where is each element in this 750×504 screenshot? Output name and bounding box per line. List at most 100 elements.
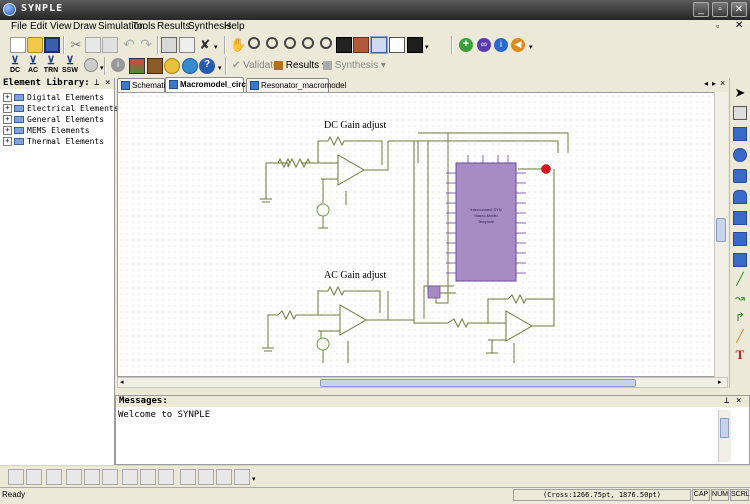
align-left-icon[interactable]: [8, 469, 24, 485]
same-size-icon[interactable]: [158, 469, 174, 485]
chevron-down-icon[interactable]: ▾: [100, 64, 104, 72]
info-icon[interactable]: i: [494, 38, 508, 52]
zoom-window-icon[interactable]: [302, 37, 314, 49]
new-file-icon[interactable]: [10, 37, 26, 53]
mdi-restore-button[interactable]: ▫: [716, 21, 719, 31]
print-icon[interactable]: [161, 37, 177, 53]
results-dropdown[interactable]: Results ▾: [274, 60, 327, 71]
menu-view[interactable]: View: [50, 21, 72, 32]
tree-item-general[interactable]: + General Elements: [3, 115, 104, 125]
scroll-right-icon[interactable]: ▸: [718, 378, 722, 386]
chevron-down-icon[interactable]: ▾: [214, 43, 218, 51]
dc-analysis-button[interactable]: ⊻ DC: [8, 56, 22, 76]
expand-icon[interactable]: +: [3, 137, 12, 146]
zoom-fit-icon[interactable]: [320, 37, 332, 49]
vscroll-thumb[interactable]: [716, 218, 726, 242]
ac-analysis-button[interactable]: ⊻ AC: [26, 56, 40, 76]
menu-edit[interactable]: Edit: [30, 21, 47, 32]
tab-schematic1[interactable]: Schematic1: [117, 78, 174, 92]
paste-icon[interactable]: [102, 37, 118, 53]
copy-icon[interactable]: [85, 37, 101, 53]
align-bottom-icon[interactable]: [66, 469, 82, 485]
expand-icon[interactable]: +: [3, 126, 12, 135]
save-icon[interactable]: [44, 37, 60, 53]
chevron-down-icon[interactable]: ▾: [529, 43, 533, 51]
pin-icon[interactable]: ⊥: [94, 78, 99, 89]
schematic-canvas[interactable]: DC Gain adjust AC Gain adjust Interconne…: [117, 92, 728, 377]
distribute-v-icon[interactable]: [102, 469, 118, 485]
same-height-icon[interactable]: [140, 469, 156, 485]
chevron-down-icon[interactable]: ▾: [218, 64, 222, 72]
print-preview-icon[interactable]: [179, 37, 195, 53]
tab-resonator-macromodel[interactable]: Resonator_macromodel: [246, 78, 346, 92]
validate-button[interactable]: ✔ Validate: [232, 60, 279, 71]
select-arrow-icon[interactable]: ➤: [733, 86, 747, 100]
transient-analysis-button[interactable]: ⊻ TRN: [42, 56, 60, 76]
bring-front-icon[interactable]: [180, 469, 196, 485]
pan-hand-icon[interactable]: ✋: [230, 37, 246, 53]
mdi-close-button[interactable]: ✕: [735, 20, 743, 31]
tab-scroll-left-icon[interactable]: ◂: [704, 79, 708, 88]
hscroll-thumb[interactable]: [320, 379, 636, 387]
pan-tool-icon[interactable]: [733, 106, 747, 120]
globe-icon[interactable]: [182, 58, 198, 74]
cut-icon[interactable]: ✂: [68, 37, 84, 53]
panel-close-icon[interactable]: ×: [736, 396, 741, 407]
align-right-icon[interactable]: [26, 469, 42, 485]
curve-tool-icon[interactable]: ↝: [733, 292, 747, 306]
menu-tools[interactable]: Tools: [132, 21, 155, 32]
menu-results[interactable]: Results: [157, 21, 190, 32]
menu-help[interactable]: Help: [224, 21, 245, 32]
expand-icon[interactable]: +: [3, 104, 12, 113]
wire-tool-icon[interactable]: ╱: [733, 330, 747, 344]
add-icon[interactable]: +: [459, 38, 473, 52]
redo-icon[interactable]: ↷: [138, 37, 154, 53]
synthesis-dropdown[interactable]: Synthesis ▾: [323, 60, 386, 71]
maximize-button[interactable]: ▫: [712, 2, 728, 17]
component-icon[interactable]: [129, 58, 145, 74]
canvas-vscrollbar[interactable]: [714, 92, 728, 377]
expand-icon[interactable]: +: [3, 115, 12, 124]
tree-item-electrical[interactable]: + Electrical Elements: [3, 104, 119, 114]
distribute-h-icon[interactable]: [84, 469, 100, 485]
same-width-icon[interactable]: [122, 469, 138, 485]
rounded-rect-tool-icon[interactable]: [733, 169, 747, 183]
panel-close-icon[interactable]: ×: [105, 78, 110, 89]
help-icon[interactable]: ?: [199, 58, 215, 74]
undo-icon[interactable]: ↶: [121, 37, 137, 53]
brick-icon[interactable]: [147, 58, 163, 74]
rectangle-tool-icon[interactable]: [733, 127, 747, 141]
scroll-left-icon[interactable]: ◂: [120, 378, 124, 386]
model-icon[interactable]: [164, 58, 180, 74]
line-tool-icon[interactable]: ╱: [733, 273, 747, 287]
zoom-in-icon[interactable]: [266, 37, 278, 49]
open-folder-icon[interactable]: [27, 37, 43, 53]
messages-scroll-thumb[interactable]: [720, 418, 729, 438]
ssw-analysis-button[interactable]: ⊻ SSW: [61, 56, 79, 76]
close-button[interactable]: ✕: [731, 2, 747, 17]
align-top-icon[interactable]: [46, 469, 62, 485]
link-icon[interactable]: ∞: [477, 38, 491, 52]
messages-vscrollbar[interactable]: [718, 410, 731, 462]
tab-scroll-right-icon[interactable]: ▸: [712, 79, 716, 88]
tools-icon[interactable]: ✘: [197, 37, 213, 53]
tab-close-icon[interactable]: ×: [720, 78, 725, 88]
text-tool-icon[interactable]: T: [733, 348, 747, 362]
arc-tool-icon[interactable]: [733, 190, 747, 204]
tree-item-digital[interactable]: + Digital Elements: [3, 93, 104, 103]
zoom-icon[interactable]: [248, 37, 260, 49]
zoom-all-icon[interactable]: [336, 37, 352, 53]
disabled-tool-icon[interactable]: [84, 58, 98, 72]
chevron-down-icon[interactable]: ▾: [252, 475, 256, 483]
ellipse-tool-icon[interactable]: [733, 148, 747, 162]
console-icon[interactable]: [407, 37, 423, 53]
pie-tool-icon[interactable]: [733, 253, 747, 267]
pin-icon[interactable]: ⊥: [724, 396, 729, 407]
minimize-button[interactable]: _: [693, 2, 709, 17]
chevron-down-icon[interactable]: ▾: [425, 43, 429, 51]
back-icon[interactable]: ◀: [511, 38, 525, 52]
color-icon[interactable]: [353, 37, 369, 53]
tab-macromodel-circuit[interactable]: Macromodel_circuit: [165, 77, 256, 92]
zoom-out-icon[interactable]: [284, 37, 296, 49]
send-back-icon[interactable]: [198, 469, 214, 485]
